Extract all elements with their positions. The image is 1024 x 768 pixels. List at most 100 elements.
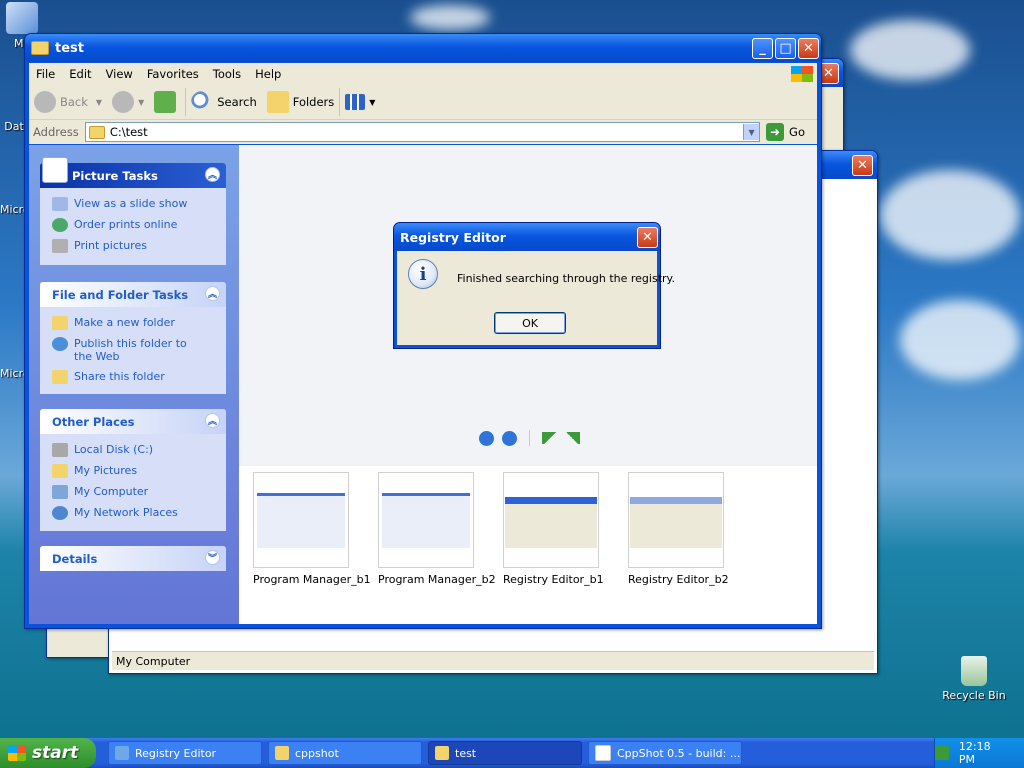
rotate-counterclockwise-icon[interactable]: [564, 432, 580, 444]
desktop-icon-label: Micro: [0, 203, 30, 216]
my-pictures-icon: [52, 464, 68, 478]
thumbnail-caption: Program Manager_b2: [378, 573, 496, 586]
network-icon: [52, 506, 68, 520]
task-order-prints[interactable]: Order prints online: [52, 218, 226, 232]
panel-header[interactable]: File and Folder Tasks ︽: [40, 282, 226, 307]
window-title: test: [55, 40, 84, 56]
printer-icon: [52, 239, 68, 253]
start-button[interactable]: start: [0, 738, 96, 768]
chevron-down-icon[interactable]: ▼: [743, 124, 760, 140]
start-label: start: [32, 743, 79, 763]
up-folder-icon: [154, 91, 177, 113]
registry-editor-icon: [115, 746, 129, 760]
thumbnail-caption: Program Manager_b1: [253, 573, 371, 586]
menu-tools[interactable]: Tools: [206, 67, 248, 81]
task-new-folder[interactable]: Make a new folder: [52, 316, 226, 330]
other-places-panel: Other Places ︽ Local Disk (C:) My Pictur…: [40, 409, 226, 531]
desktop-icon-dat[interactable]: Dat: [2, 120, 26, 133]
menu-edit[interactable]: Edit: [62, 67, 98, 81]
task-share-folder[interactable]: Share this folder: [52, 370, 226, 384]
close-icon[interactable]: ✕: [852, 154, 873, 176]
status-text: My Computer: [116, 654, 191, 668]
place-my-network[interactable]: My Network Places: [52, 506, 226, 520]
forward-arrow-icon: [112, 91, 135, 113]
details-panel: Details ︾: [40, 546, 226, 571]
taskbar-button-cppshot[interactable]: cppshot: [268, 741, 422, 765]
thumbnail-image: [253, 472, 349, 568]
picture-tasks-panel: Picture Tasks ︽ View as a slide show Ord…: [40, 157, 226, 265]
minimize-button[interactable]: _: [752, 37, 773, 59]
folders-button[interactable]: Folders: [262, 88, 340, 116]
desktop-icon-recycle-bin[interactable]: Recycle Bin: [940, 656, 1008, 702]
collapse-icon[interactable]: ︽: [205, 413, 220, 428]
registry-editor-dialog[interactable]: Registry Editor ✕ i Finished searching t…: [393, 222, 675, 349]
picture-icon: [42, 157, 68, 183]
thumbnail-image: [378, 472, 474, 568]
task-print[interactable]: Print pictures: [52, 239, 226, 253]
views-icon: [345, 94, 366, 110]
file-folder-tasks-panel: File and Folder Tasks ︽ Make a new folde…: [40, 282, 226, 394]
recycle-bin-icon: [961, 656, 987, 686]
taskbar-button-cppshot-build[interactable]: CppShot 0.5 - build: ...: [588, 741, 742, 765]
panel-header[interactable]: Details ︾: [40, 546, 226, 571]
up-folder-button[interactable]: [149, 88, 185, 116]
go-button[interactable]: ➜ Go: [766, 123, 805, 141]
menu-file[interactable]: File: [29, 67, 62, 81]
thumbnail-item[interactable]: Program Manager_b1: [253, 472, 371, 586]
maximize-button[interactable]: □: [775, 37, 796, 59]
disk-icon: [52, 443, 68, 457]
search-button[interactable]: Search: [185, 88, 262, 116]
place-my-computer[interactable]: My Computer: [52, 485, 226, 499]
window-icon: [595, 745, 611, 761]
thumbnail-item[interactable]: Registry Editor_b1: [503, 472, 604, 586]
desktop-icon-micro-1[interactable]: Micro: [0, 203, 30, 216]
filmstrip: Program Manager_b1 Program Manager_b2 Re…: [239, 466, 817, 624]
taskbar-button-test[interactable]: test: [428, 741, 582, 765]
thumbnail-item[interactable]: Program Manager_b2: [378, 472, 496, 586]
menu-view[interactable]: View: [99, 67, 140, 81]
close-button[interactable]: ✕: [798, 37, 819, 59]
forward-button[interactable]: ▼: [107, 88, 149, 116]
ok-button[interactable]: OK: [494, 312, 566, 334]
place-my-pictures[interactable]: My Pictures: [52, 464, 226, 478]
folder-icon: [275, 746, 289, 760]
clock[interactable]: 12:18 PM: [959, 740, 1010, 766]
address-input[interactable]: C:\test ▼: [84, 122, 761, 142]
task-slideshow[interactable]: View as a slide show: [52, 197, 226, 211]
network-tray-icon[interactable]: [935, 746, 949, 760]
taskbar-button-registry-editor[interactable]: Registry Editor: [108, 741, 262, 765]
go-arrow-icon: ➜: [766, 123, 785, 141]
dialog-title: Registry Editor: [400, 229, 506, 245]
views-button[interactable]: ▼: [339, 88, 380, 116]
place-local-disk[interactable]: Local Disk (C:): [52, 443, 226, 457]
dialog-close-button[interactable]: ✕: [637, 226, 658, 248]
previous-image-icon[interactable]: [479, 430, 494, 446]
folder-icon: [435, 746, 449, 760]
menu-favorites[interactable]: Favorites: [140, 67, 206, 81]
titlebar[interactable]: test _ □ ✕: [25, 34, 821, 62]
panel-header[interactable]: Picture Tasks ︽: [40, 157, 226, 188]
panel-header[interactable]: Other Places ︽: [40, 409, 226, 434]
expand-icon[interactable]: ︾: [205, 550, 220, 565]
collapse-icon[interactable]: ︽: [205, 286, 220, 301]
computer-icon: [6, 2, 38, 34]
thumbnail-item[interactable]: Registry Editor_b2: [628, 472, 729, 586]
info-icon: i: [408, 259, 438, 289]
windows-flag-icon: [8, 745, 26, 761]
globe-icon: [52, 218, 68, 232]
collapse-icon[interactable]: ︽: [205, 167, 220, 182]
folders-icon: [266, 91, 289, 113]
panel-title: Other Places: [52, 414, 135, 429]
back-label: Back: [60, 95, 88, 109]
rotate-clockwise-icon[interactable]: [542, 432, 558, 444]
panel-title: File and Folder Tasks: [52, 287, 189, 302]
go-label: Go: [789, 125, 805, 139]
next-image-icon[interactable]: [502, 430, 517, 446]
dialog-titlebar[interactable]: Registry Editor ✕: [394, 223, 660, 251]
menu-help[interactable]: Help: [248, 67, 288, 81]
desktop-icon-label: Dat: [4, 120, 24, 133]
back-button[interactable]: Back ▼: [29, 88, 107, 116]
task-publish-web[interactable]: Publish this folder to the Web: [52, 337, 226, 363]
desktop-icon-micro-2[interactable]: Micro: [0, 367, 30, 380]
search-label: Search: [217, 95, 257, 109]
